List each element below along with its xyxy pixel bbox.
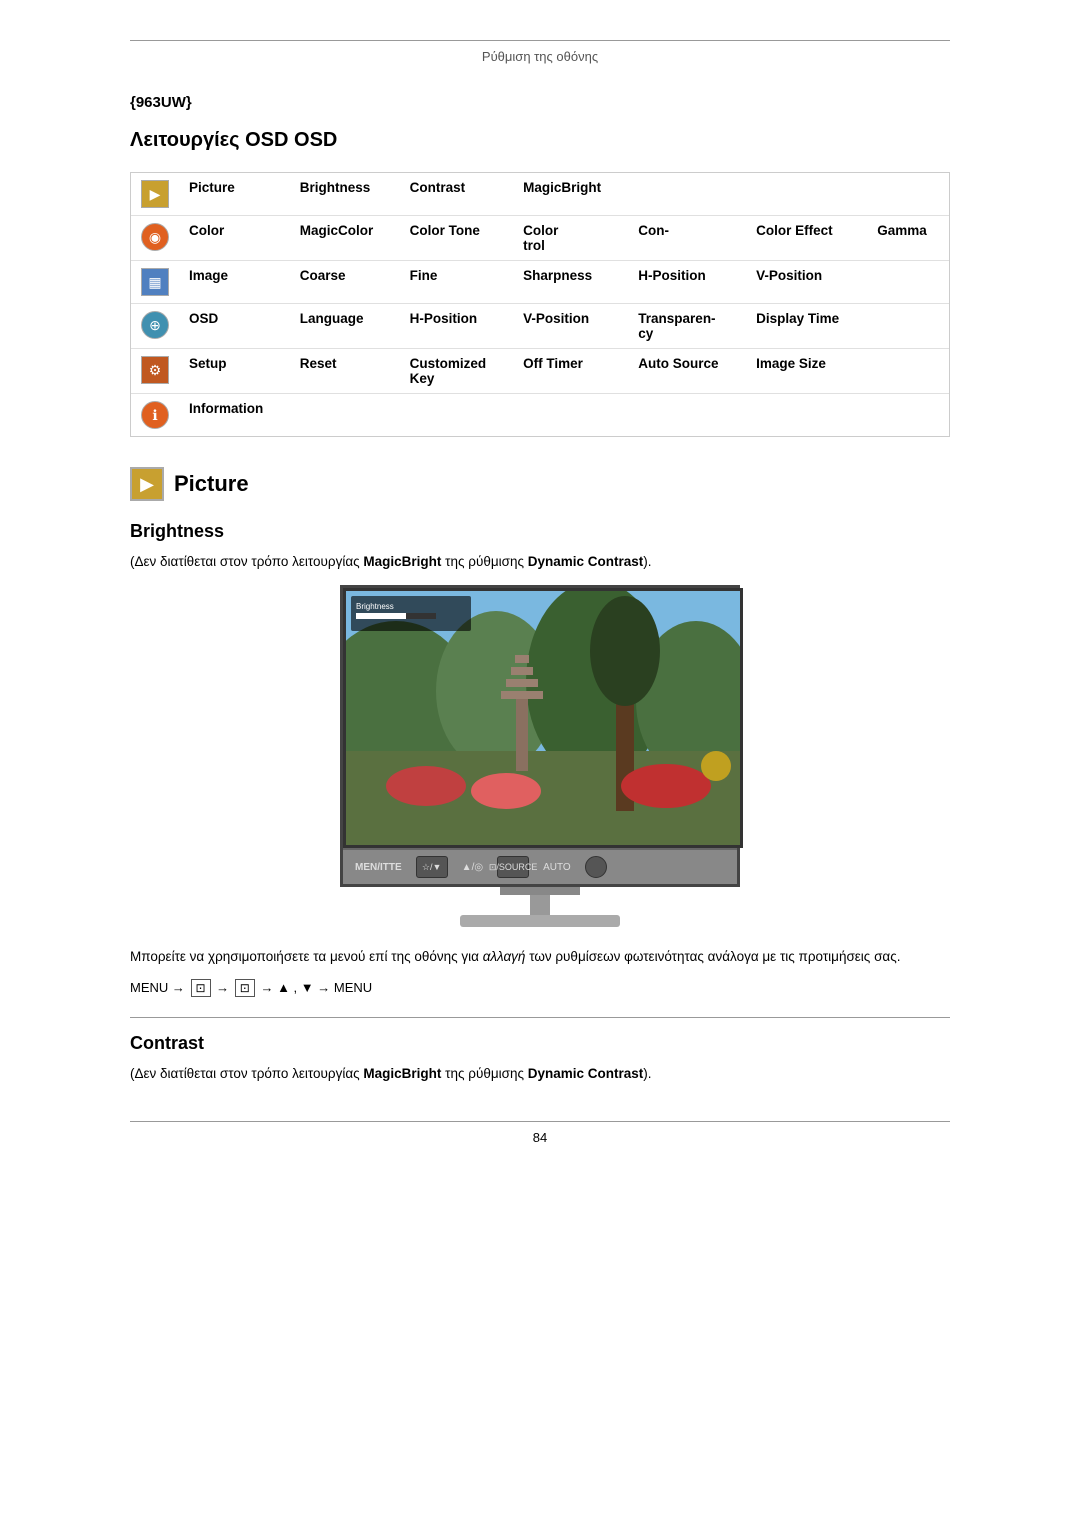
table-row: ▦ Image Coarse Fine Sharpness H-Position… — [131, 261, 949, 304]
icon-cell-color: ◉ — [131, 216, 179, 261]
model-name: {963UW} — [130, 94, 950, 111]
menu-item-vpos-osd: V-Position — [513, 304, 628, 349]
menu-item-imagesize: Image Size — [746, 349, 867, 394]
picture-heading: ▶ Picture — [130, 467, 950, 501]
color-icon: ◉ — [141, 223, 169, 251]
menu-item-coloreffect: Color Effect — [746, 216, 867, 261]
menu-item-language: Language — [290, 304, 400, 349]
menu-label-information: Information — [179, 394, 290, 437]
table-row: ◉ Color MagicColor Color Tone Colortrol … — [131, 216, 949, 261]
setup-icon: ⚙ — [141, 356, 169, 384]
picture-section-icon: ▶ — [130, 467, 164, 501]
brightness-note: (Δεν διατίθεται στον τρόπο λειτουργίας M… — [130, 554, 950, 569]
menu-item-colortrol: Colortrol — [513, 216, 628, 261]
menu-label-osd: OSD — [179, 304, 290, 349]
picture-section-title: Picture — [174, 471, 249, 497]
menu-label-setup: Setup — [179, 349, 290, 394]
menu-item-autosource: Auto Source — [628, 349, 746, 394]
table-row: ▶ Picture Brightness Contrast MagicBrigh… — [131, 173, 949, 216]
menu-item-con: Con- — [628, 216, 746, 261]
page-number: 84 — [533, 1130, 547, 1145]
ctrl-joystick[interactable]: ☆/▼ — [416, 856, 448, 878]
nav-symbol-1: ⊡ — [191, 979, 211, 997]
page-header: Ρύθμιση της οθόνης — [130, 40, 950, 64]
page-footer: 84 — [130, 1121, 950, 1145]
menu-item-hposition: H-Position — [628, 261, 746, 304]
table-row: ⊕ OSD Language H-Position V-Position Tra… — [131, 304, 949, 349]
icon-cell-picture: ▶ — [131, 173, 179, 216]
menu-item-magicbright: MagicBright — [513, 173, 628, 216]
icon-cell-image: ▦ — [131, 261, 179, 304]
brightness-title: Brightness — [130, 521, 950, 542]
menu-item-contrast: Contrast — [400, 173, 513, 216]
osd-section-title: Λειτουργίες OSD OSD — [130, 129, 950, 152]
menu-label-image: Image — [179, 261, 290, 304]
table-row: ℹ Information — [131, 394, 949, 437]
brightness-body-text: Μπορείτε να χρησιμοποιήσετε τα μενού επί… — [130, 947, 950, 967]
header-title: Ρύθμιση της οθόνης — [482, 49, 598, 64]
menu-item-reset: Reset — [290, 349, 400, 394]
table-row: ⚙ Setup Reset CustomizedKey Off Timer Au… — [131, 349, 949, 394]
monitor-image-container: Brightness SAMSUNG MEN/ITTE ☆/▼ ▲/◎ ⊡/SO… — [130, 585, 950, 927]
monitor-stand-top — [500, 887, 580, 895]
menu-item-vposition: V-Position — [746, 261, 867, 304]
menu-item-fine: Fine — [400, 261, 513, 304]
garden-scene-svg: Brightness — [346, 591, 740, 848]
image-icon: ▦ — [141, 268, 169, 296]
menu-item-displaytime: Display Time — [746, 304, 867, 349]
ctrl-power-button[interactable] — [585, 856, 607, 878]
menu-item-sharpness: Sharpness — [513, 261, 628, 304]
menu-item-hpos-osd: H-Position — [400, 304, 513, 349]
menu-item-transparency: Transparen-cy — [628, 304, 746, 349]
menu-item-offtimer: Off Timer — [513, 349, 628, 394]
navigation-instruction: MENU → ⊡ → ⊡ → ▲ , ▼ → MENU — [130, 979, 950, 997]
svg-text:Brightness: Brightness — [356, 602, 394, 611]
contrast-title: Contrast — [130, 1033, 950, 1054]
menu-label-picture: Picture — [179, 173, 290, 216]
contrast-note: (Δεν διατίθεται στον τρόπο λειτουργίας M… — [130, 1066, 950, 1081]
monitor-base — [460, 915, 620, 927]
menu-item-gamma: Gamma — [867, 216, 949, 261]
contrast-section: Contrast (Δεν διατίθεται στον τρόπο λειτ… — [130, 1017, 950, 1081]
monitor-display-area: Brightness SAMSUNG MEN/ITTE ☆/▼ ▲/◎ ⊡/SO… — [340, 585, 740, 887]
monitor-controls-bar: MEN/ITTE ☆/▼ ▲/◎ ⊡/SOURCE AUTO — [343, 848, 737, 884]
osd-icon: ⊕ — [141, 311, 169, 339]
nav-symbol-2: ⊡ — [235, 979, 255, 997]
picture-icon: ▶ — [141, 180, 169, 208]
ctrl-source-btn[interactable]: ⊡/SOURCE — [497, 856, 529, 878]
ctrl-auto: AUTO — [543, 862, 571, 873]
menu-item-brightness: Brightness — [290, 173, 400, 216]
ctrl-menu-label: MEN/ITTE — [355, 862, 402, 873]
icon-cell-info: ℹ — [131, 394, 179, 437]
icon-cell-osd: ⊕ — [131, 304, 179, 349]
osd-table: ▶ Picture Brightness Contrast MagicBrigh… — [130, 172, 950, 437]
menu-label-color: Color — [179, 216, 290, 261]
section-divider — [130, 1017, 950, 1018]
monitor-screen: Brightness SAMSUNG — [343, 588, 743, 848]
ctrl-updown: ▲/◎ — [462, 862, 483, 873]
menu-item-customizedkey: CustomizedKey — [400, 349, 513, 394]
menu-item-magiccolor: MagicColor — [290, 216, 400, 261]
menu-item-coarse: Coarse — [290, 261, 400, 304]
monitor-stand-neck — [530, 895, 550, 915]
icon-cell-setup: ⚙ — [131, 349, 179, 394]
menu-item-colortone: Color Tone — [400, 216, 513, 261]
info-icon: ℹ — [141, 401, 169, 429]
